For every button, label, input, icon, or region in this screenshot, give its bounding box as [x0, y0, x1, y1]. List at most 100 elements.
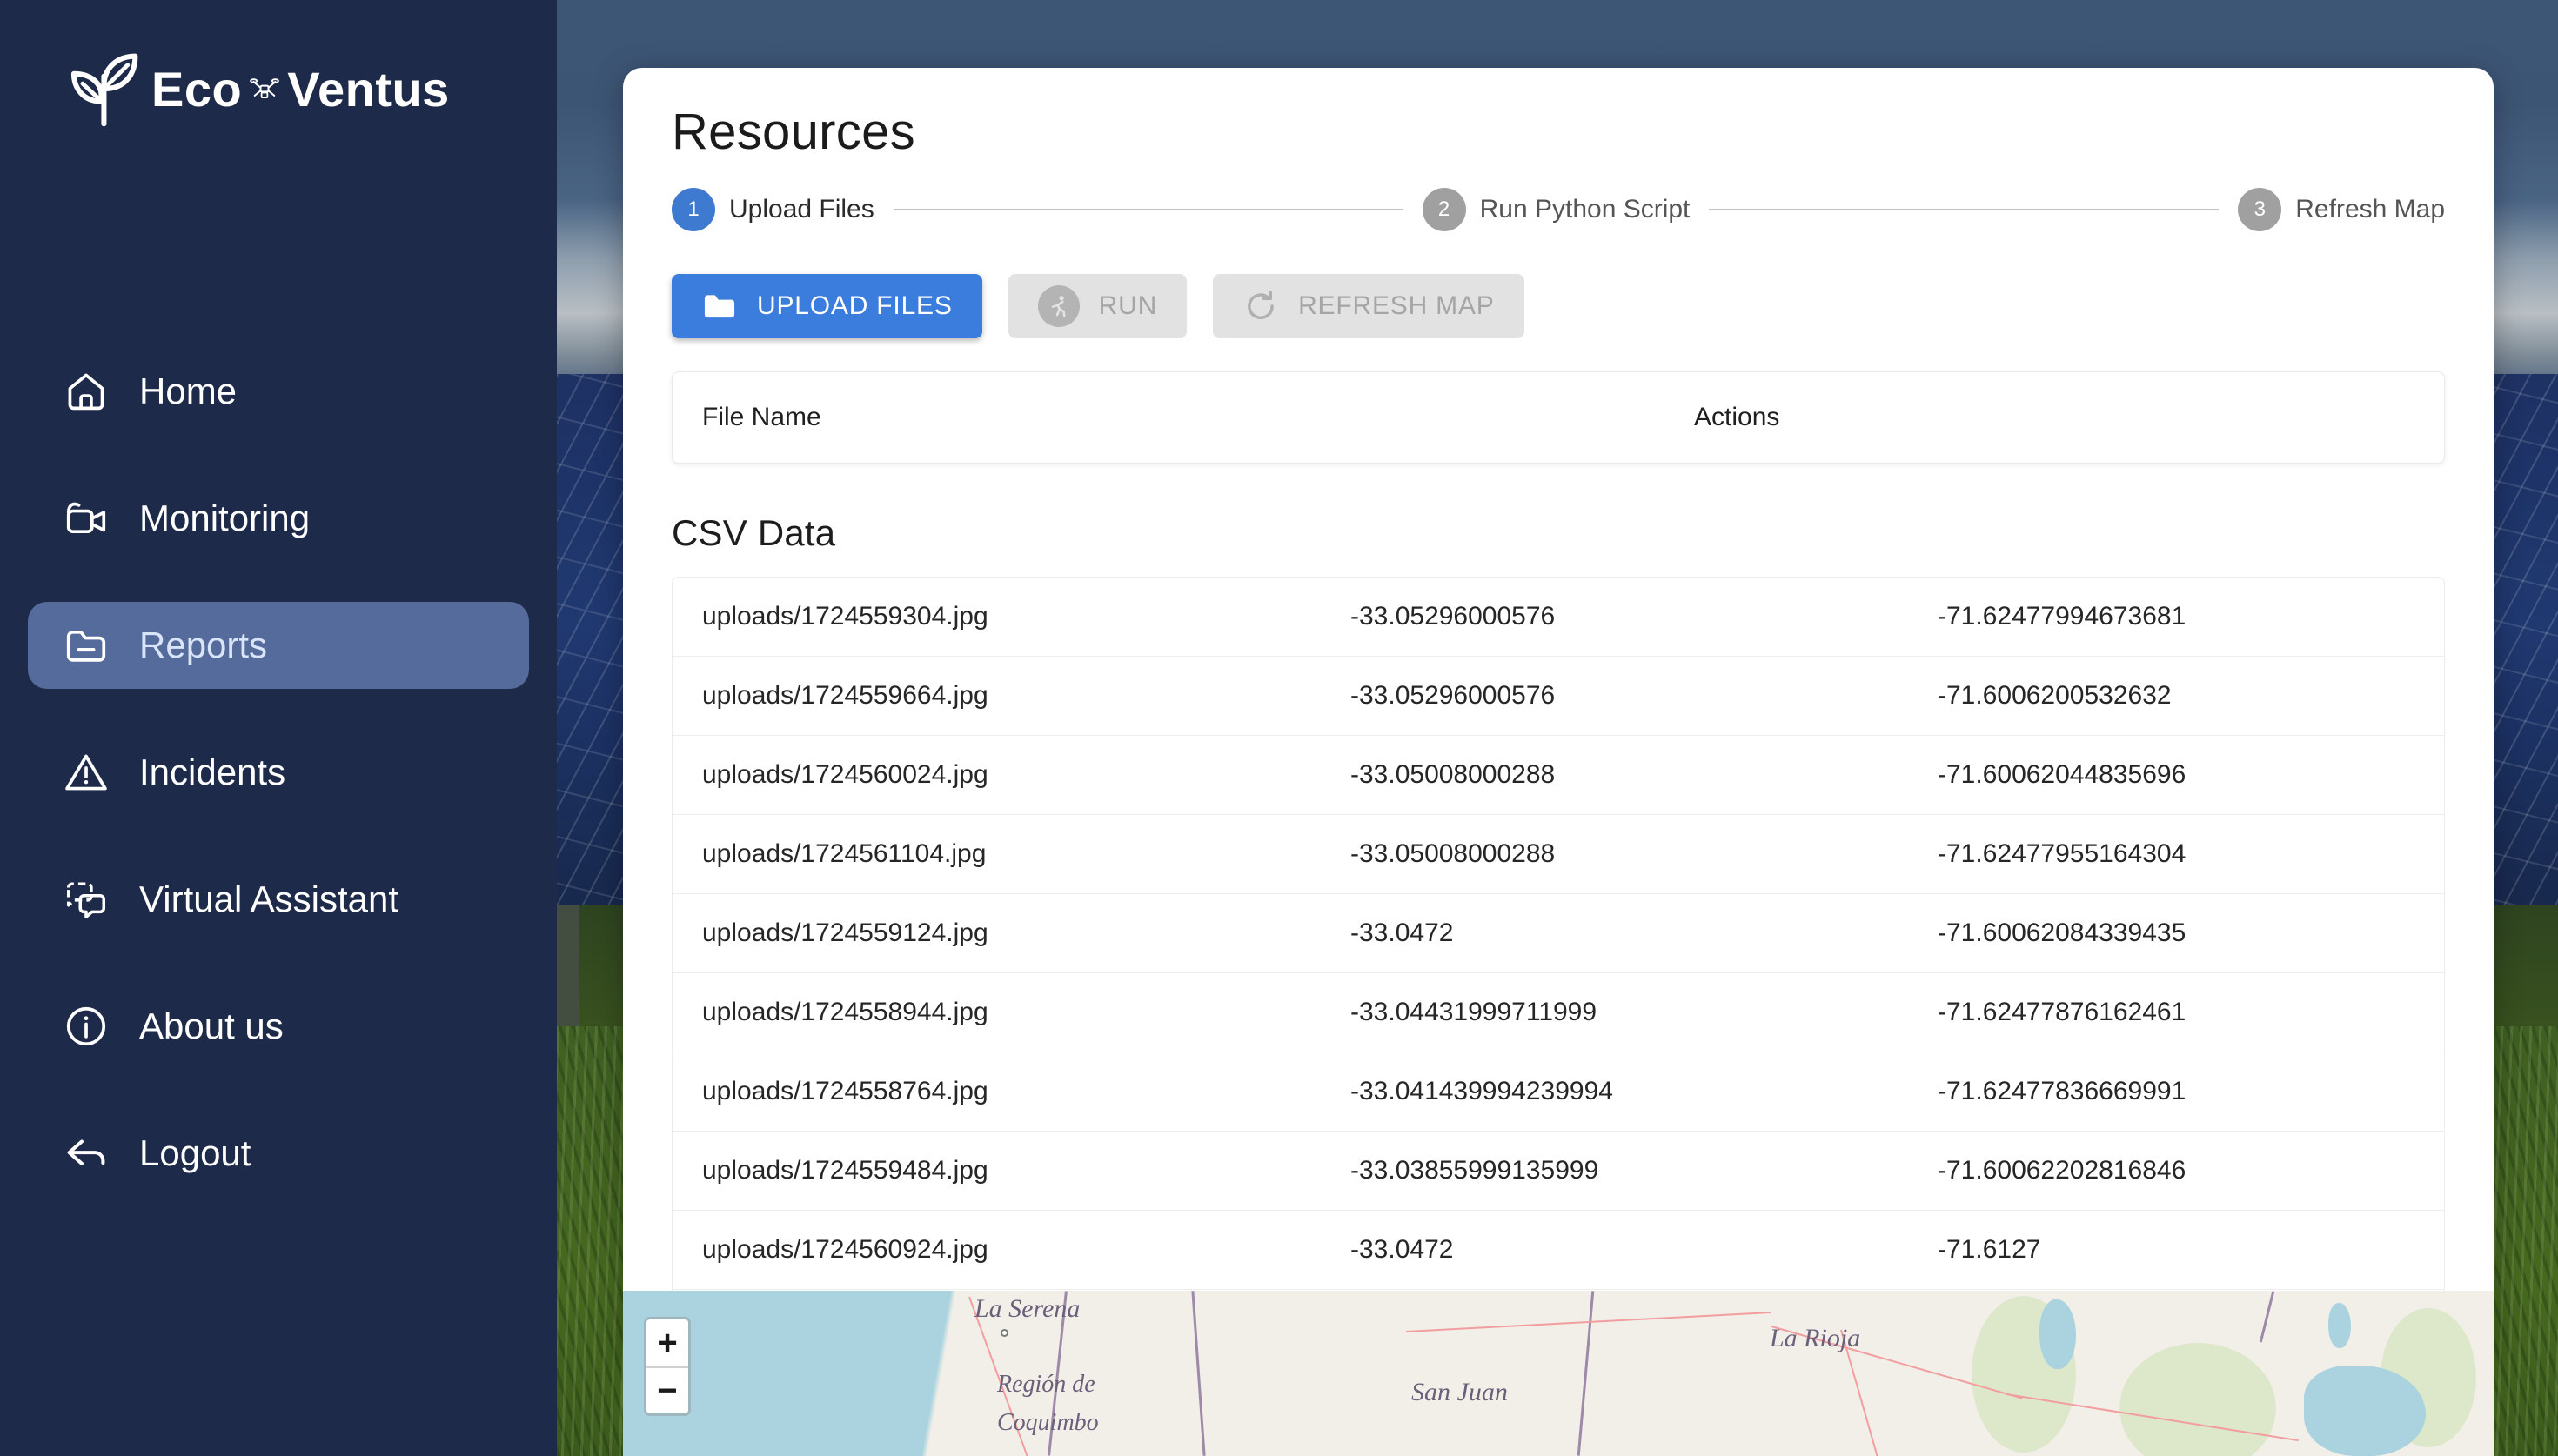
cell-file: uploads/1724559664.jpg: [702, 681, 1350, 711]
cell-longitude: -71.6127: [1938, 1235, 2414, 1265]
sidebar-item-label: Reports: [139, 624, 267, 666]
cell-latitude: -33.0472: [1350, 1235, 1938, 1265]
table-row[interactable]: uploads/1724560924.jpg -33.0472 -71.6127: [673, 1211, 2444, 1290]
folder-minus-icon: [63, 622, 110, 669]
cell-file: uploads/1724560924.jpg: [702, 1235, 1350, 1265]
sidebar-item-label: Logout: [139, 1132, 251, 1174]
map-zoom-controls: + −: [644, 1317, 691, 1416]
info-circle-icon: [63, 1003, 110, 1050]
map-label: Región de: [997, 1371, 1095, 1399]
brand-name-part2: Ventus: [287, 61, 450, 117]
step-upload-files[interactable]: 1 Upload Files: [672, 188, 874, 231]
action-button-row: UPLOAD FILES RUN REFRE: [672, 274, 2445, 338]
step-number-badge: 3: [2238, 188, 2281, 231]
cell-file: uploads/1724559484.jpg: [702, 1156, 1350, 1186]
refresh-map-button[interactable]: REFRESH MAP: [1213, 274, 1524, 338]
map-city-marker: [1001, 1329, 1008, 1337]
table-header-row: File Name Actions: [673, 372, 2444, 463]
cell-latitude: -33.05296000576: [1350, 681, 1938, 711]
map-label: Coquimbo: [997, 1409, 1099, 1437]
map-label: La Rioja: [1770, 1324, 1860, 1353]
uploaded-files-table: File Name Actions: [672, 371, 2445, 464]
table-row[interactable]: uploads/1724558944.jpg -33.0443199971199…: [673, 973, 2444, 1052]
map-lake: [2328, 1303, 2351, 1348]
warning-triangle-icon: [63, 749, 110, 796]
cell-latitude: -33.05296000576: [1350, 602, 1938, 631]
brand-name-part1: Eco: [151, 61, 242, 117]
step-number-badge: 1: [672, 188, 715, 231]
cell-longitude: -71.60062044835696: [1938, 760, 2414, 790]
sidebar-item-label: Home: [139, 371, 237, 412]
step-number-badge: 2: [1423, 188, 1466, 231]
table-row[interactable]: uploads/1724560024.jpg -33.05008000288 -…: [673, 736, 2444, 815]
cell-latitude: -33.04431999711999: [1350, 998, 1938, 1027]
brand-logo[interactable]: Eco Ventus: [63, 49, 450, 129]
sidebar-item-about-us[interactable]: About us: [28, 983, 529, 1070]
step-label: Upload Files: [729, 195, 874, 224]
map-label: San Juan: [1411, 1378, 1508, 1407]
csv-data-table: uploads/1724559304.jpg -33.05296000576 -…: [672, 577, 2445, 1364]
logout-arrow-icon: [63, 1130, 110, 1177]
page-title: Resources: [672, 103, 2445, 161]
cell-file: uploads/1724561104.jpg: [702, 839, 1350, 869]
sidebar-item-reports[interactable]: Reports: [28, 602, 529, 689]
brand-name: Eco Ventus: [151, 61, 450, 117]
cell-file: uploads/1724559124.jpg: [702, 918, 1350, 948]
column-header-actions: Actions: [1694, 403, 1779, 432]
table-row[interactable]: uploads/1724559304.jpg -33.05296000576 -…: [673, 578, 2444, 657]
table-row[interactable]: uploads/1724559484.jpg -33.0385599913599…: [673, 1132, 2444, 1211]
sidebar-nav: Home Monitoring Reports Incidents: [28, 348, 529, 1237]
upload-files-label: UPLOAD FILES: [757, 291, 953, 321]
upload-files-button[interactable]: UPLOAD FILES: [672, 274, 982, 338]
cell-file: uploads/1724558764.jpg: [702, 1077, 1350, 1106]
chat-bubbles-icon: [63, 876, 110, 923]
cell-longitude: -71.62477994673681: [1938, 602, 2414, 631]
map-coastline: [919, 1291, 959, 1456]
video-camera-icon: [63, 495, 110, 542]
cell-latitude: -33.041439994239994: [1350, 1077, 1938, 1106]
table-row[interactable]: uploads/1724559664.jpg -33.05296000576 -…: [673, 657, 2444, 736]
sidebar-item-incidents[interactable]: Incidents: [28, 729, 529, 816]
table-row[interactable]: uploads/1724558764.jpg -33.0414399942399…: [673, 1052, 2444, 1132]
cell-longitude: -71.6006200532632: [1938, 681, 2414, 711]
cell-latitude: -33.0472: [1350, 918, 1938, 948]
refresh-map-label: REFRESH MAP: [1298, 291, 1495, 321]
drone-icon: [249, 73, 280, 104]
cell-latitude: -33.05008000288: [1350, 839, 1938, 869]
run-label: RUN: [1099, 291, 1157, 321]
workflow-stepper: 1 Upload Files 2 Run Python Script 3 Ref…: [672, 184, 2445, 236]
run-button[interactable]: RUN: [1008, 274, 1187, 338]
leaf-sprout-icon: [63, 49, 143, 129]
cell-file: uploads/1724559304.jpg: [702, 602, 1350, 631]
step-run-python-script[interactable]: 2 Run Python Script: [1423, 188, 1691, 231]
cell-longitude: -71.62477876162461: [1938, 998, 2414, 1027]
step-connector: [894, 209, 1403, 210]
refresh-icon: [1242, 288, 1279, 324]
cell-longitude: -71.62477955164304: [1938, 839, 2414, 869]
table-row[interactable]: uploads/1724561104.jpg -33.05008000288 -…: [673, 815, 2444, 894]
csv-section-title: CSV Data: [672, 512, 2445, 554]
home-icon: [63, 368, 110, 415]
cell-longitude: -71.60062084339435: [1938, 918, 2414, 948]
map-label: La Serena: [974, 1294, 1080, 1324]
sidebar-item-label: Monitoring: [139, 498, 310, 539]
table-row[interactable]: uploads/1724559124.jpg -33.0472 -71.6006…: [673, 894, 2444, 973]
sidebar-item-home[interactable]: Home: [28, 348, 529, 435]
sidebar-item-monitoring[interactable]: Monitoring: [28, 475, 529, 562]
cell-latitude: -33.05008000288: [1350, 760, 1938, 790]
map-panel[interactable]: La Serena Región de Coquimbo San Juan La…: [623, 1291, 2494, 1456]
step-connector: [1709, 209, 2219, 210]
step-refresh-map[interactable]: 3 Refresh Map: [2238, 188, 2445, 231]
sidebar-item-virtual-assistant[interactable]: Virtual Assistant: [28, 856, 529, 943]
map-zoom-in-button[interactable]: +: [646, 1319, 688, 1366]
sidebar-item-label: About us: [139, 1005, 284, 1047]
sidebar-item-logout[interactable]: Logout: [28, 1110, 529, 1197]
step-label: Run Python Script: [1480, 195, 1691, 224]
sidebar: Eco Ventus Home Monit: [0, 0, 557, 1456]
resources-card: Resources 1 Upload Files 2 Run Python Sc…: [623, 68, 2494, 1364]
map-zoom-out-button[interactable]: −: [646, 1366, 688, 1413]
cell-longitude: -71.62477836669991: [1938, 1077, 2414, 1106]
sidebar-item-label: Virtual Assistant: [139, 878, 398, 920]
step-label: Refresh Map: [2295, 195, 2445, 224]
running-icon: [1038, 285, 1080, 327]
